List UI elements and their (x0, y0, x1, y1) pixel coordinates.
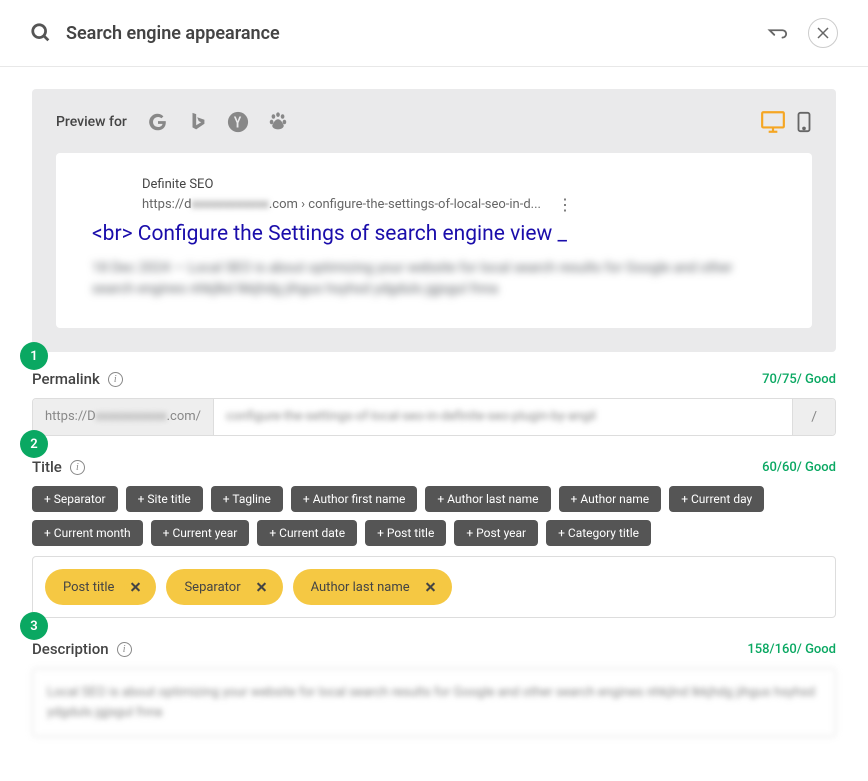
tag-option[interactable]: + Tagline (211, 486, 283, 512)
title-counter: 60/60/ Good (762, 460, 836, 475)
tag-option[interactable]: + Author last name (425, 486, 550, 512)
more-icon[interactable]: ⋮ (557, 195, 573, 214)
permalink-counter: 70/75/ Good (762, 372, 836, 387)
yandex-icon[interactable] (227, 111, 249, 133)
permalink-input[interactable]: configure-the-settings-of-local-seo-in-d… (214, 399, 792, 435)
permalink-section: 1 Permalink i 70/75/ Good https://Dxxxxx… (32, 370, 836, 436)
description-input[interactable]: Local SEO is about optimizing your websi… (32, 668, 836, 737)
desktop-icon[interactable] (760, 109, 786, 135)
info-icon[interactable]: i (70, 460, 85, 475)
preview-serp-title: <br> Configure the Settings of search en… (92, 222, 776, 246)
baidu-icon[interactable] (267, 111, 289, 133)
title-label: Title (32, 458, 62, 476)
step-badge-3: 3 (20, 612, 48, 640)
preview-serp-description: 18 Dec 2024 — Local SEO is about optimiz… (92, 258, 776, 300)
remove-tag-icon[interactable] (124, 576, 146, 598)
preview-url: https://dxxxxxxxxxxxx.com › configure-th… (142, 197, 541, 212)
preview-site-name: Definite SEO (142, 177, 776, 192)
title-section: 2 Title i 60/60/ Good + Separator+ Site … (32, 458, 836, 618)
selected-tag: Author last name (293, 569, 452, 605)
page-header: Search engine appearance (0, 0, 868, 67)
page-title: Search engine appearance (66, 23, 766, 44)
selected-tag: Post title (45, 569, 156, 605)
tag-option[interactable]: + Current date (257, 520, 357, 546)
description-section: 3 Description i 158/160/ Good Local SEO … (32, 640, 836, 737)
description-label: Description (32, 640, 109, 658)
remove-tag-icon[interactable] (251, 576, 273, 598)
selected-tag-label: Separator (184, 580, 240, 595)
step-badge-2: 2 (20, 430, 48, 458)
remove-tag-icon[interactable] (420, 576, 442, 598)
description-counter: 158/160/ Good (747, 642, 836, 657)
search-icon (30, 22, 52, 44)
tag-option[interactable]: + Current month (32, 520, 143, 546)
tag-option[interactable]: + Post year (454, 520, 538, 546)
step-badge-1: 1 (20, 342, 48, 370)
preview-panel: Preview for Definite SEO https://dxxxxxx… (32, 89, 836, 352)
back-icon[interactable] (766, 22, 788, 44)
title-tag-options: + Separator + Site title + Tagline + Author… (32, 486, 836, 546)
info-icon[interactable]: i (108, 372, 123, 387)
permalink-label: Permalink (32, 370, 100, 388)
permalink-input-row: https://Dxxxxxxxxxxx.com/ configure-the-… (32, 398, 836, 436)
title-selected-tags[interactable]: Post title Separator Author last name (32, 556, 836, 618)
selected-tag: Separator (166, 569, 282, 605)
tag-option[interactable]: + Current day (669, 486, 764, 512)
serp-preview-card: Definite SEO https://dxxxxxxxxxxxx.com ›… (56, 153, 812, 328)
info-icon[interactable]: i (117, 642, 132, 657)
permalink-prefix: https://Dxxxxxxxxxxx.com/ (33, 399, 214, 435)
tag-option[interactable]: + Current year (151, 520, 250, 546)
close-button[interactable] (808, 18, 838, 48)
tag-option[interactable]: + Separator (32, 486, 118, 512)
permalink-suffix: / (792, 399, 835, 435)
google-icon[interactable] (147, 111, 169, 133)
bing-icon[interactable] (187, 111, 209, 133)
tag-option[interactable]: + Author name (559, 486, 662, 512)
tag-option[interactable]: + Site title (126, 486, 203, 512)
tag-option[interactable]: + Category title (546, 520, 651, 546)
preview-label: Preview for (56, 114, 127, 130)
selected-tag-label: Author last name (311, 580, 410, 595)
tag-option[interactable]: + Post title (365, 520, 446, 546)
close-icon (817, 27, 829, 39)
tag-option[interactable]: + Author first name (291, 486, 417, 512)
selected-tag-label: Post title (63, 580, 114, 595)
mobile-icon[interactable] (796, 111, 812, 133)
